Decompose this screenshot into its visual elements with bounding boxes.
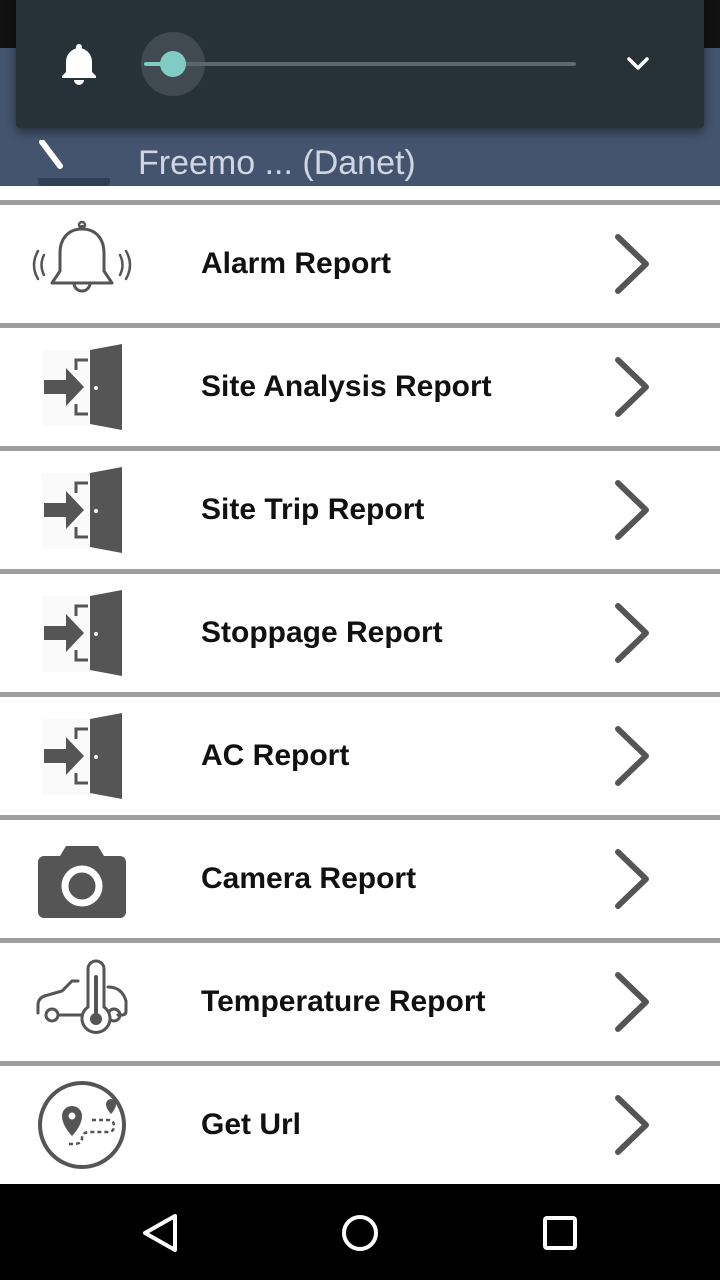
door-enter-icon xyxy=(32,711,132,801)
chevron-right-icon xyxy=(604,354,660,420)
list-item-stoppage-report[interactable]: Stoppage Report xyxy=(0,569,720,692)
chevron-right-icon xyxy=(604,969,660,1035)
list-item-alarm-report[interactable]: Alarm Report xyxy=(0,200,720,323)
car-thermometer-icon xyxy=(32,957,132,1047)
appbar-tab-indicator xyxy=(38,178,110,186)
list-item-label: Site Analysis Report xyxy=(201,370,492,403)
list-item-label: Temperature Report xyxy=(201,985,486,1018)
list-item-site-trip-report[interactable]: Site Trip Report xyxy=(0,446,720,569)
report-list: Alarm Report Site Analysis Report Site T… xyxy=(0,200,720,1184)
nav-home-icon[interactable] xyxy=(335,1208,385,1258)
chevron-right-icon xyxy=(604,600,660,666)
bell-icon[interactable] xyxy=(60,42,98,86)
back-arrow-icon[interactable] xyxy=(36,140,76,180)
chevron-right-icon xyxy=(604,846,660,912)
list-item-label: AC Report xyxy=(201,739,350,772)
list-item-ac-report[interactable]: AC Report xyxy=(0,692,720,815)
nav-recents-icon[interactable] xyxy=(535,1208,585,1258)
nav-back-icon[interactable] xyxy=(135,1208,185,1258)
door-enter-icon xyxy=(32,588,132,678)
volume-slider[interactable] xyxy=(144,62,576,66)
list-item-site-analysis-report[interactable]: Site Analysis Report xyxy=(0,323,720,446)
list-item-temperature-report[interactable]: Temperature Report xyxy=(0,938,720,1061)
chevron-right-icon xyxy=(604,723,660,789)
system-nav-bar xyxy=(0,1184,720,1280)
chevron-right-icon xyxy=(604,1092,660,1158)
bell-ringing-icon xyxy=(32,219,132,309)
chevron-down-icon[interactable] xyxy=(624,50,652,78)
camera-icon xyxy=(32,834,132,924)
chevron-right-icon xyxy=(604,477,660,543)
list-item-label: Camera Report xyxy=(201,862,417,895)
door-enter-icon xyxy=(32,465,132,555)
list-item-label: Alarm Report xyxy=(201,247,392,280)
volume-panel xyxy=(16,0,704,128)
list-item-label: Site Trip Report xyxy=(201,493,425,526)
map-route-icon xyxy=(32,1080,132,1170)
list-item-label: Get Url xyxy=(201,1108,302,1141)
list-item-label: Stoppage Report xyxy=(201,616,443,649)
door-enter-icon xyxy=(32,342,132,432)
chevron-right-icon xyxy=(604,231,660,297)
list-item-camera-report[interactable]: Camera Report xyxy=(0,815,720,938)
list-item-get-url[interactable]: Get Url xyxy=(0,1061,720,1184)
page-title: Freemo ... (Danet) xyxy=(138,144,416,182)
volume-slider-thumb[interactable] xyxy=(160,51,186,77)
